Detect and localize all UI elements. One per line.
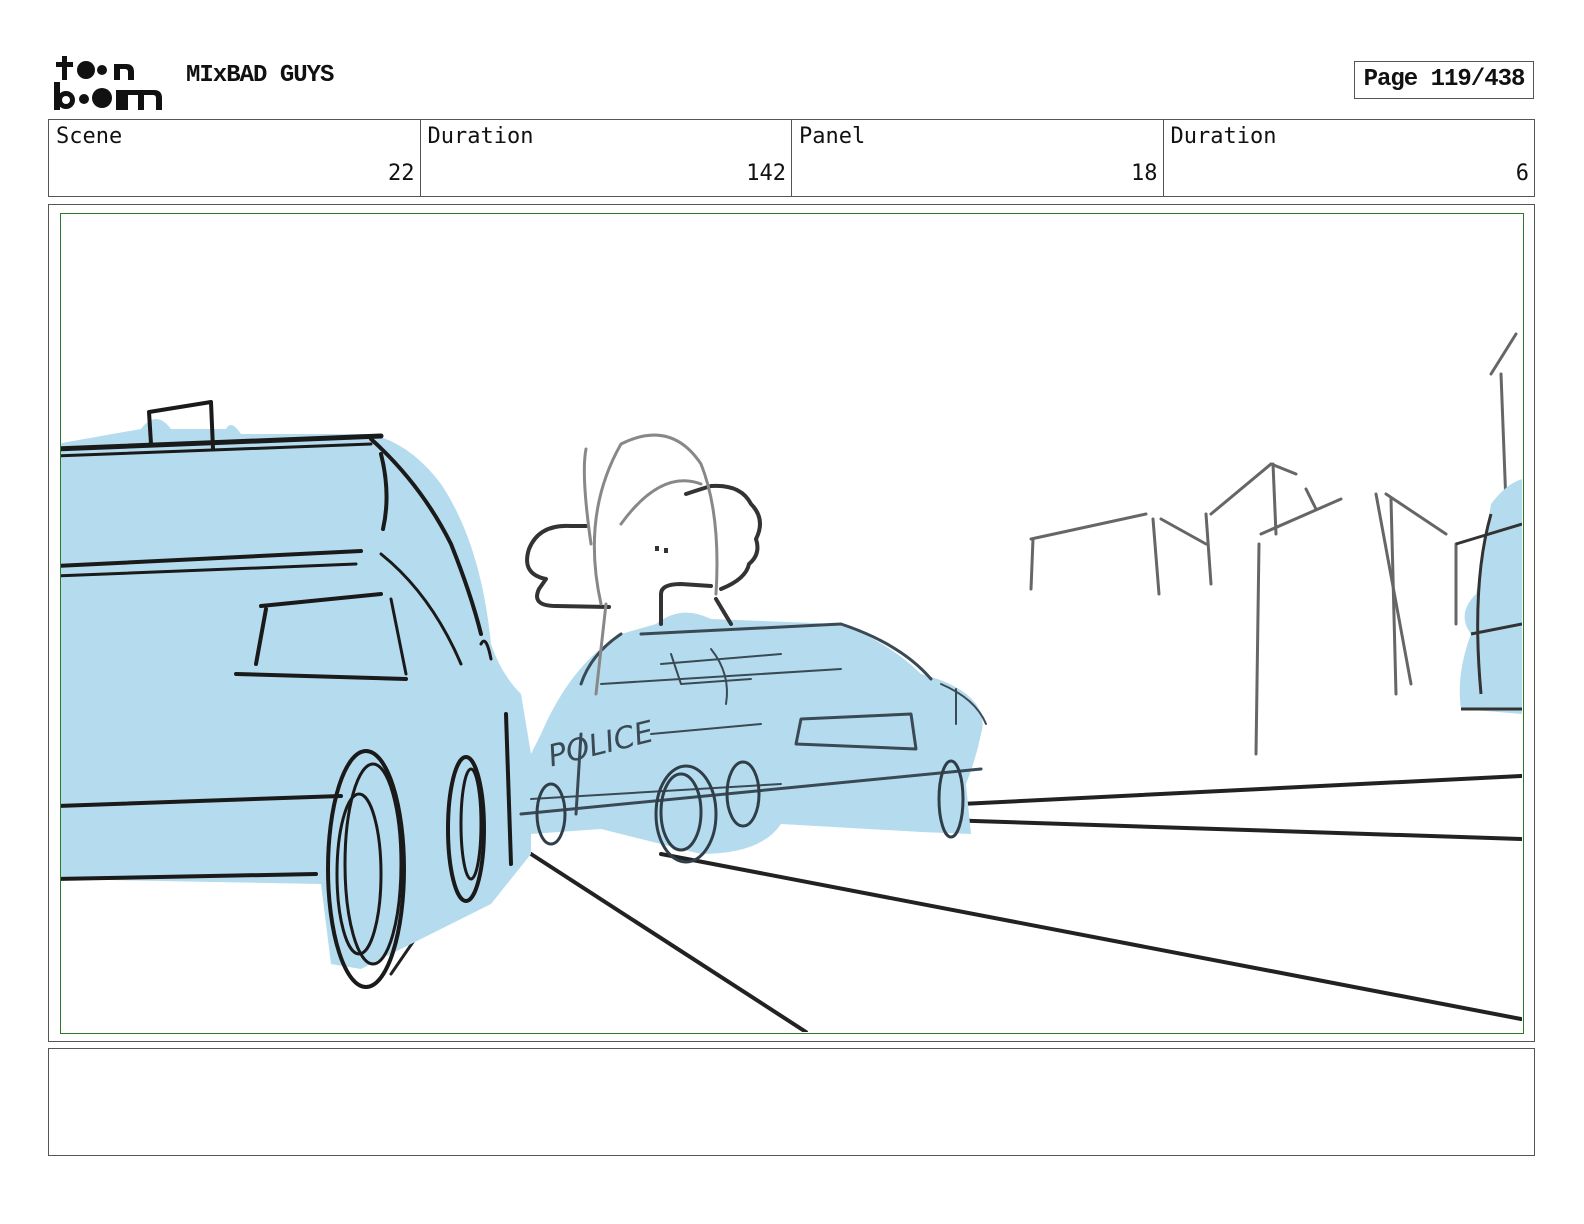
camera-safe-area: POLICE xyxy=(60,213,1524,1034)
scene-value: 22 xyxy=(388,161,415,186)
road-line xyxy=(959,774,1522,806)
scene-duration-label: Duration xyxy=(427,124,534,149)
scene-duration-cell: Duration 142 xyxy=(421,120,792,196)
project-title: MIxBAD GUYS xyxy=(186,62,334,89)
road-line xyxy=(529,852,808,1032)
panel-duration-value: 6 xyxy=(1515,161,1529,186)
logo-graphic xyxy=(54,56,162,110)
panel-value: 18 xyxy=(1131,161,1158,186)
storyboard-sketch: POLICE xyxy=(61,332,1522,1032)
scene-label: Scene xyxy=(56,124,123,149)
panel-label: Panel xyxy=(799,124,866,149)
panel-info-row: Scene 22 Duration 142 Panel 18 Duration … xyxy=(48,119,1535,197)
left-car-fill xyxy=(61,419,531,969)
panel-notes xyxy=(48,1048,1535,1156)
panel-duration-cell: Duration 6 xyxy=(1164,120,1535,196)
panel-duration-label: Duration xyxy=(1170,124,1277,149)
scene-duration-value: 142 xyxy=(746,161,786,186)
storyboard-frame: POLICE xyxy=(48,204,1535,1042)
character-eyes xyxy=(655,546,668,553)
road-line xyxy=(659,852,1522,1021)
page-indicator: Page 119/438 xyxy=(1354,61,1534,99)
toon-boom-logo xyxy=(52,52,164,112)
panel-cell: Panel 18 xyxy=(792,120,1164,196)
character-sketch xyxy=(525,483,762,626)
background-buildings xyxy=(1029,332,1518,756)
scene-cell: Scene 22 xyxy=(49,120,421,196)
